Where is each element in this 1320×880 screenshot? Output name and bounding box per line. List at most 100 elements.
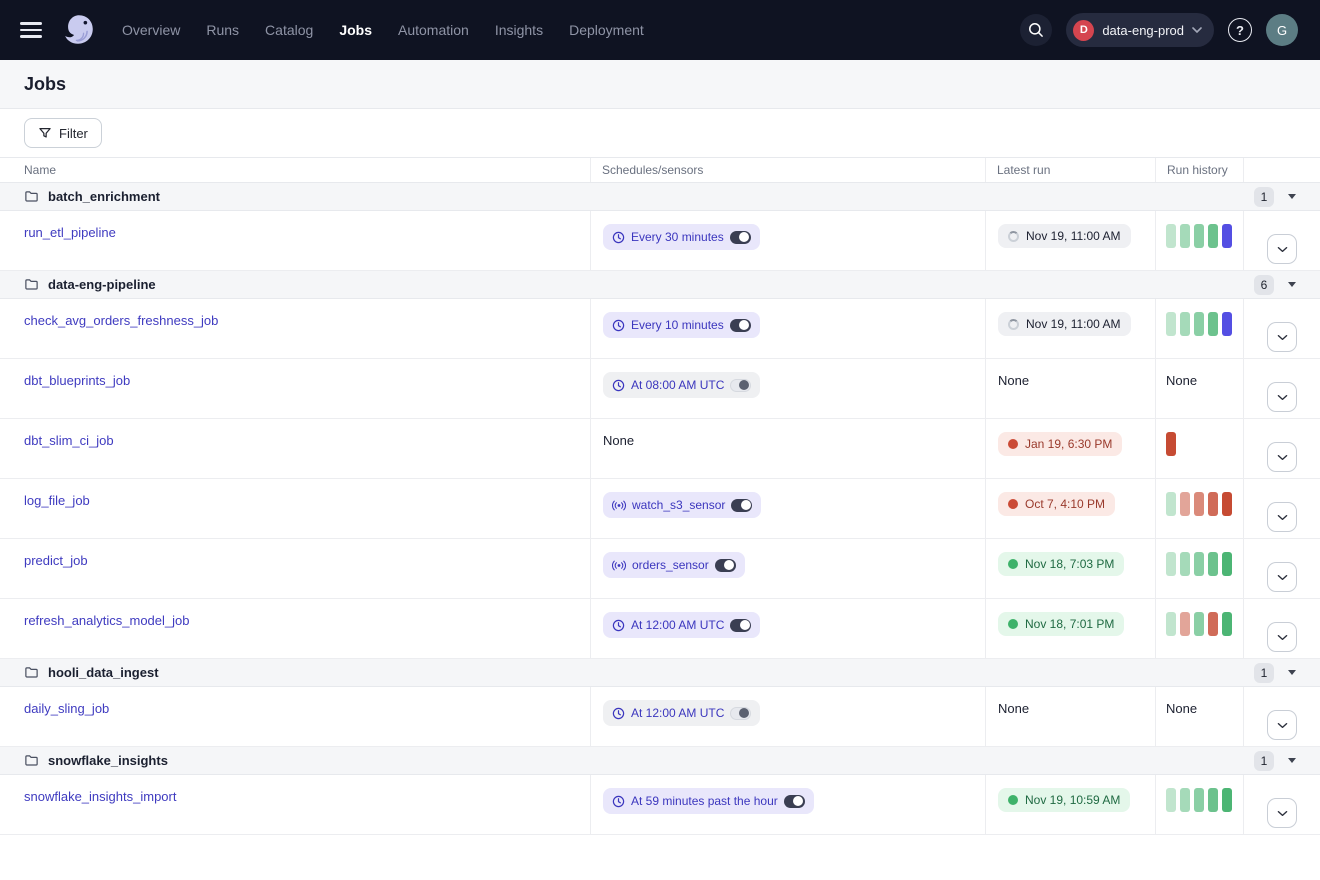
run-history-bar[interactable] xyxy=(1208,492,1218,516)
latest-run-pill[interactable]: Oct 7, 4:10 PM xyxy=(998,492,1115,516)
nav-item-overview[interactable]: Overview xyxy=(122,22,180,38)
chevron-down-icon xyxy=(1277,394,1288,401)
toggle-off-icon[interactable] xyxy=(730,707,751,720)
run-history-bar[interactable] xyxy=(1166,552,1176,576)
latest-run-pill[interactable]: Nov 19, 10:59 AM xyxy=(998,788,1130,812)
group-collapse-caret-icon[interactable] xyxy=(1288,194,1296,199)
nav-item-insights[interactable]: Insights xyxy=(495,22,543,38)
run-history-bar[interactable] xyxy=(1180,788,1190,812)
group-collapse-caret-icon[interactable] xyxy=(1288,758,1296,763)
run-history-bar[interactable] xyxy=(1194,788,1204,812)
group-row[interactable]: data-eng-pipeline6 xyxy=(0,271,1320,299)
sensor-chip[interactable]: watch_s3_sensor xyxy=(603,492,761,518)
job-actions-dropdown-button[interactable] xyxy=(1267,322,1297,352)
job-link[interactable]: snowflake_insights_import xyxy=(24,789,176,804)
sensor-chip[interactable]: orders_sensor xyxy=(603,552,745,578)
latest-run-pill[interactable]: Nov 19, 11:00 AM xyxy=(998,224,1131,248)
run-history-bar[interactable] xyxy=(1180,224,1190,248)
search-button[interactable] xyxy=(1020,14,1052,46)
run-history-bar[interactable] xyxy=(1208,612,1218,636)
filter-button[interactable]: Filter xyxy=(24,118,102,148)
group-collapse-caret-icon[interactable] xyxy=(1288,670,1296,675)
run-history-bar[interactable] xyxy=(1180,552,1190,576)
run-history-bar[interactable] xyxy=(1222,552,1232,576)
run-history-bar[interactable] xyxy=(1208,788,1218,812)
chevron-down-icon xyxy=(1277,722,1288,729)
run-history-bar[interactable] xyxy=(1208,312,1218,336)
latest-run-pill[interactable]: Nov 18, 7:01 PM xyxy=(998,612,1124,636)
run-history-bar[interactable] xyxy=(1194,552,1204,576)
job-actions-dropdown-button[interactable] xyxy=(1267,798,1297,828)
avatar[interactable]: G xyxy=(1266,14,1298,46)
nav-item-runs[interactable]: Runs xyxy=(206,22,239,38)
nav-item-automation[interactable]: Automation xyxy=(398,22,469,38)
run-history-bar[interactable] xyxy=(1222,492,1232,516)
job-link[interactable]: daily_sling_job xyxy=(24,701,109,716)
help-icon[interactable]: ? xyxy=(1228,18,1252,42)
nav-item-jobs[interactable]: Jobs xyxy=(339,22,372,38)
run-history-bar[interactable] xyxy=(1166,492,1176,516)
job-actions-dropdown-button[interactable] xyxy=(1267,562,1297,592)
job-actions-dropdown-button[interactable] xyxy=(1267,502,1297,532)
job-link[interactable]: refresh_analytics_model_job xyxy=(24,613,189,628)
run-history-bar[interactable] xyxy=(1194,492,1204,516)
job-actions-dropdown-button[interactable] xyxy=(1267,234,1297,264)
clock-icon xyxy=(612,319,625,332)
job-link[interactable]: dbt_blueprints_job xyxy=(24,373,130,388)
latest-run-none-label: None xyxy=(998,373,1029,388)
schedule-chip[interactable]: At 59 minutes past the hour xyxy=(603,788,814,814)
run-history-bar[interactable] xyxy=(1194,612,1204,636)
job-actions-dropdown-button[interactable] xyxy=(1267,710,1297,740)
latest-run-pill[interactable]: Nov 18, 7:03 PM xyxy=(998,552,1124,576)
run-history-bar[interactable] xyxy=(1194,224,1204,248)
sensor-icon xyxy=(612,560,626,571)
run-history-bar[interactable] xyxy=(1166,612,1176,636)
group-row[interactable]: snowflake_insights1 xyxy=(0,747,1320,775)
toggle-on-icon[interactable] xyxy=(731,499,752,512)
group-collapse-caret-icon[interactable] xyxy=(1288,282,1296,287)
job-actions-dropdown-button[interactable] xyxy=(1267,382,1297,412)
schedule-chip[interactable]: Every 10 minutes xyxy=(603,312,760,338)
run-history-bar[interactable] xyxy=(1222,612,1232,636)
toggle-on-icon[interactable] xyxy=(784,795,805,808)
run-history-bar[interactable] xyxy=(1222,312,1232,336)
latest-run-pill[interactable]: Nov 19, 11:00 AM xyxy=(998,312,1131,336)
run-history-bar[interactable] xyxy=(1180,312,1190,336)
job-link[interactable]: dbt_slim_ci_job xyxy=(24,433,114,448)
run-history-bar[interactable] xyxy=(1222,224,1232,248)
group-row[interactable]: hooli_data_ingest1 xyxy=(0,659,1320,687)
nav-item-catalog[interactable]: Catalog xyxy=(265,22,313,38)
group-row[interactable]: batch_enrichment1 xyxy=(0,183,1320,211)
run-history-bar[interactable] xyxy=(1208,224,1218,248)
run-history-bar[interactable] xyxy=(1208,552,1218,576)
latest-run-pill[interactable]: Jan 19, 6:30 PM xyxy=(998,432,1122,456)
nav-item-deployment[interactable]: Deployment xyxy=(569,22,644,38)
toggle-on-icon[interactable] xyxy=(730,231,751,244)
run-history-bar[interactable] xyxy=(1166,312,1176,336)
job-actions-dropdown-button[interactable] xyxy=(1267,622,1297,652)
schedule-chip[interactable]: At 12:00 AM UTC xyxy=(603,612,760,638)
toggle-on-icon[interactable] xyxy=(715,559,736,572)
schedule-chip[interactable]: Every 30 minutes xyxy=(603,224,760,250)
toggle-off-icon[interactable] xyxy=(730,379,751,392)
schedule-chip[interactable]: At 08:00 AM UTC xyxy=(603,372,760,398)
run-history-bar[interactable] xyxy=(1180,612,1190,636)
toggle-on-icon[interactable] xyxy=(730,619,751,632)
deployment-switcher[interactable]: D data-eng-prod xyxy=(1066,13,1214,47)
run-history-bar[interactable] xyxy=(1222,788,1232,812)
run-history-bar[interactable] xyxy=(1166,788,1176,812)
dagster-logo[interactable] xyxy=(60,11,98,49)
menu-icon[interactable] xyxy=(20,22,42,38)
job-link[interactable]: run_etl_pipeline xyxy=(24,225,116,240)
job-link[interactable]: check_avg_orders_freshness_job xyxy=(24,313,218,328)
job-link[interactable]: log_file_job xyxy=(24,493,90,508)
run-history-bar[interactable] xyxy=(1180,492,1190,516)
toggle-on-icon[interactable] xyxy=(730,319,751,332)
run-status-dot xyxy=(1008,559,1018,569)
run-history-bar[interactable] xyxy=(1194,312,1204,336)
schedule-chip[interactable]: At 12:00 AM UTC xyxy=(603,700,760,726)
run-history-bar[interactable] xyxy=(1166,432,1176,456)
run-history-bar[interactable] xyxy=(1166,224,1176,248)
job-actions-dropdown-button[interactable] xyxy=(1267,442,1297,472)
job-link[interactable]: predict_job xyxy=(24,553,88,568)
